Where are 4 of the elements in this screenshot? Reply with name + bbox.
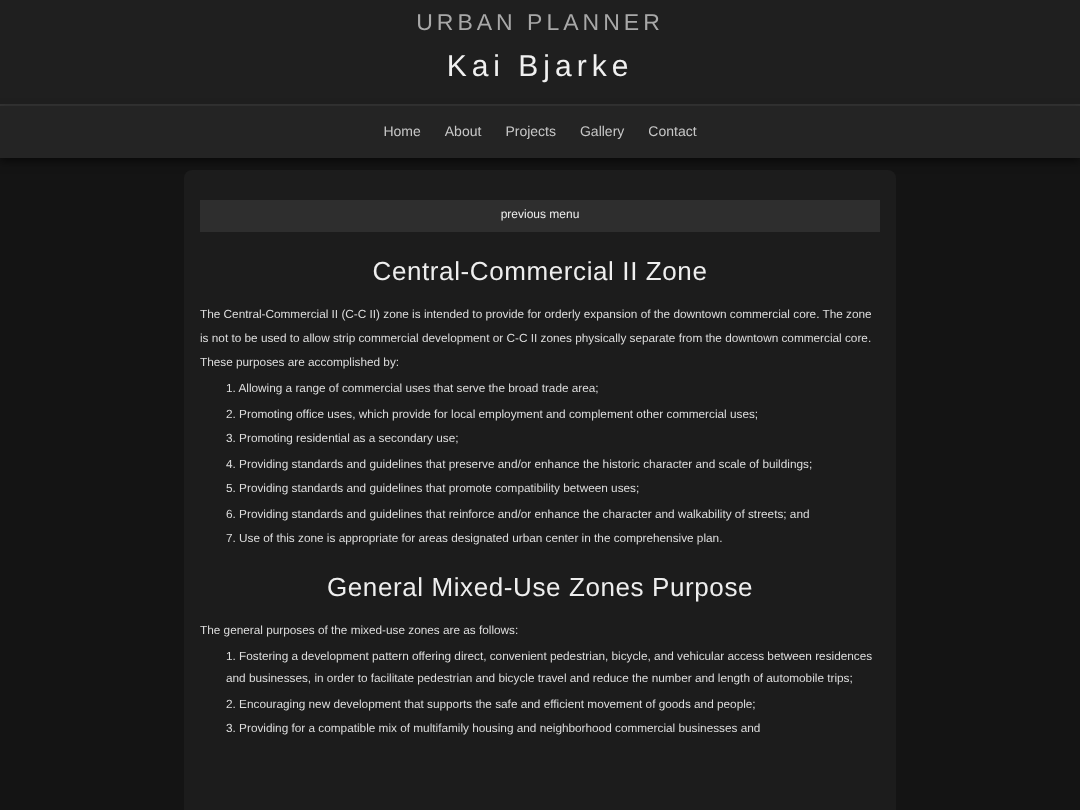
site-title: Kai Bjarke (446, 50, 634, 84)
section-heading: General Mixed-Use Zones Purpose (324, 571, 756, 601)
section-heading: Central-Commercial II Zone (370, 256, 710, 286)
site-subtitle: URBAN PLANNER (416, 12, 664, 36)
